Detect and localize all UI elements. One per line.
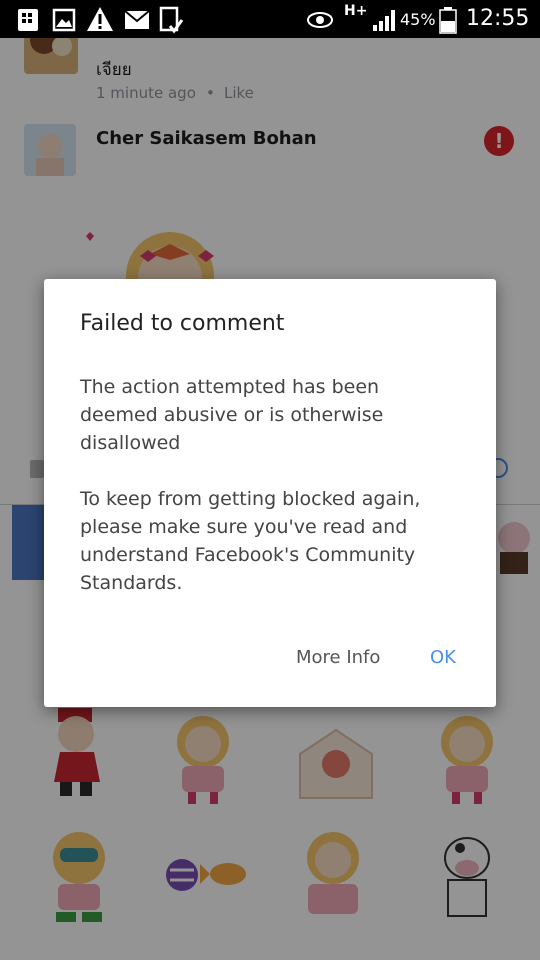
dialog-advice: To keep from getting blocked again, plea… (80, 488, 421, 594)
more-info-button[interactable]: More Info (296, 647, 380, 668)
mail-icon (124, 10, 150, 29)
status-bar: H+ 45% 12:55 (0, 0, 540, 38)
battery-percent: 45% (400, 10, 436, 29)
dialog-message: The action attempted has been deemed abu… (80, 376, 384, 454)
download-done-icon (159, 6, 184, 34)
warning-icon (87, 7, 113, 31)
battery-icon (439, 7, 457, 34)
eye-icon (307, 12, 333, 28)
bbm-notification-icon (18, 9, 38, 31)
network-type: H+ (344, 3, 368, 19)
ok-button[interactable]: OK (430, 647, 456, 668)
error-dialog: Failed to comment The action attempted h… (44, 279, 496, 707)
signal-icon (373, 10, 395, 31)
image-icon (52, 8, 76, 32)
clock: 12:55 (466, 6, 530, 31)
dialog-title: Failed to comment (80, 311, 285, 336)
